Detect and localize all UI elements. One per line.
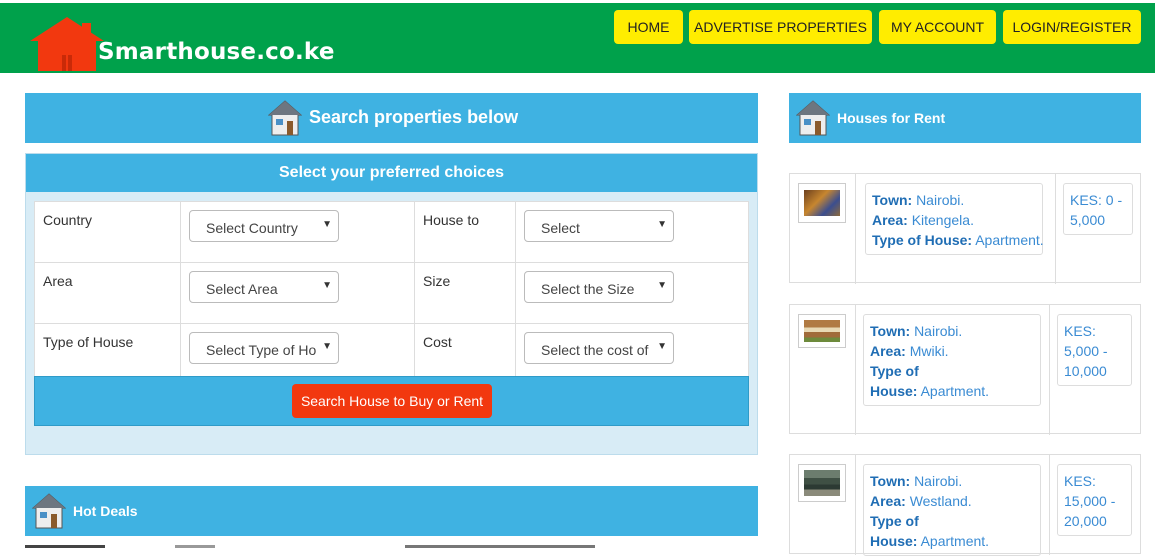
price-line: KES: <box>1064 473 1096 489</box>
town-label: Town: <box>870 473 911 489</box>
rental-info: Town: Nairobi. Area: Westland. Type of H… <box>863 464 1041 556</box>
rental-price: KES: 0 - 5,000 <box>1063 183 1133 235</box>
rental-card[interactable]: Town: Nairobi. Area: Westland. Type of H… <box>789 454 1141 556</box>
houses-for-rent-bar: Houses for Rent <box>789 93 1141 143</box>
price-line: 15,000 - <box>1064 493 1116 509</box>
hot-deals-title[interactable]: Hot Deals <box>73 503 138 519</box>
town-value: Nairobi. <box>914 473 963 489</box>
chevron-down-icon: ▼ <box>654 219 667 230</box>
house-thumbnail[interactable] <box>798 314 846 348</box>
rental-card[interactable]: Town: Nairobi. Area: Kitengela. Type of … <box>789 173 1141 284</box>
chevron-down-icon: ▼ <box>319 341 332 352</box>
rental-price: KES: 5,000 - 10,000 <box>1057 314 1132 386</box>
area-label: Area: <box>872 212 908 228</box>
country-select[interactable]: Select Country ▼ <box>189 210 339 242</box>
country-label: Country <box>34 201 181 263</box>
area-label: Area <box>34 262 181 324</box>
rental-card[interactable]: Town: Nairobi. Area: Mwiki. Type of Hous… <box>789 304 1141 435</box>
house-icon <box>32 493 66 529</box>
cost-select-value: Select the cost of <box>541 342 649 358</box>
area-select[interactable]: Select Area ▼ <box>189 271 339 303</box>
search-subtitle-bar: Select your preferred choices <box>26 154 757 192</box>
type-value: Apartment. <box>920 533 990 549</box>
hot-deals-bar: Hot Deals <box>25 486 758 536</box>
house-icon <box>268 100 302 136</box>
town-value: Nairobi. <box>916 192 965 208</box>
town-label: Town: <box>870 323 911 339</box>
area-cell: Select Area ▼ <box>180 262 415 324</box>
area-label: Area: <box>870 343 906 359</box>
price-line: 20,000 <box>1064 513 1107 529</box>
house-icon <box>796 100 830 136</box>
price-line: 10,000 <box>1064 363 1107 379</box>
nav-my-account[interactable]: MY ACCOUNT <box>879 10 996 44</box>
site-logo-text[interactable]: Smarthouse.co.ke <box>98 39 335 65</box>
nav-login-register[interactable]: LOGIN/REGISTER <box>1003 10 1141 44</box>
house-thumbnail[interactable] <box>798 183 846 223</box>
area-select-value: Select Area <box>206 281 278 297</box>
nav-home[interactable]: HOME <box>614 10 683 44</box>
type-select[interactable]: Select Type of Ho ▼ <box>189 332 339 364</box>
size-select[interactable]: Select the Size ▼ <box>524 271 674 303</box>
size-select-value: Select the Size <box>541 281 635 297</box>
house-to-label: House to <box>414 201 516 263</box>
house-to-select[interactable]: Select ▼ <box>524 210 674 242</box>
area-label: Area: <box>870 493 906 509</box>
rental-info: Town: Nairobi. Area: Kitengela. Type of … <box>865 183 1044 255</box>
price-line: KES: <box>1064 323 1096 339</box>
type-value: Apartment. <box>920 383 990 399</box>
type-label: House: <box>870 383 918 399</box>
house-to-cell: Select ▼ <box>515 201 749 263</box>
house-logo-icon[interactable] <box>30 17 104 71</box>
chevron-down-icon: ▼ <box>319 280 332 291</box>
type-label: Type of House: <box>872 232 973 248</box>
houses-for-rent-title[interactable]: Houses for Rent <box>837 110 945 126</box>
house-to-select-value: Select <box>541 220 580 236</box>
size-cell: Select the Size ▼ <box>515 262 749 324</box>
price-line: KES: 0 - <box>1070 192 1123 208</box>
chevron-down-icon: ▼ <box>654 341 667 352</box>
country-select-value: Select Country <box>206 220 298 236</box>
chevron-down-icon: ▼ <box>319 219 332 230</box>
town-value: Nairobi. <box>914 323 963 339</box>
price-line: 5,000 <box>1070 212 1106 228</box>
search-house-button[interactable]: Search House to Buy or Rent <box>292 384 492 418</box>
search-header-bar: Search properties below <box>25 93 758 143</box>
area-value: Kitengela. <box>911 212 974 228</box>
price-line: 5,000 - <box>1064 343 1108 359</box>
country-cell: Select Country ▼ <box>180 201 415 263</box>
size-label: Size <box>414 262 516 324</box>
type-select-value: Select Type of Ho <box>206 342 317 358</box>
town-label: Town: <box>872 192 913 208</box>
type-label: House: <box>870 533 918 549</box>
area-value: Mwiki. <box>909 343 949 359</box>
chevron-down-icon: ▼ <box>654 280 667 291</box>
search-form-table: Country Select Country ▼ House to Select… <box>34 201 749 385</box>
nav-advertise-properties[interactable]: ADVERTISE PROPERTIES <box>689 10 872 44</box>
type-label: Type of <box>870 363 919 379</box>
house-thumbnail[interactable] <box>798 464 846 502</box>
search-title: Search properties below <box>309 107 519 127</box>
cost-select[interactable]: Select the cost of ▼ <box>524 332 674 364</box>
type-value: Apartment. <box>975 232 1044 248</box>
area-value: Westland. <box>909 493 972 509</box>
type-label: Type of <box>870 513 919 529</box>
search-subtitle: Select your preferred choices <box>279 164 504 181</box>
rental-info: Town: Nairobi. Area: Mwiki. Type of Hous… <box>863 314 1041 406</box>
rental-price: KES: 15,000 - 20,000 <box>1057 464 1132 536</box>
